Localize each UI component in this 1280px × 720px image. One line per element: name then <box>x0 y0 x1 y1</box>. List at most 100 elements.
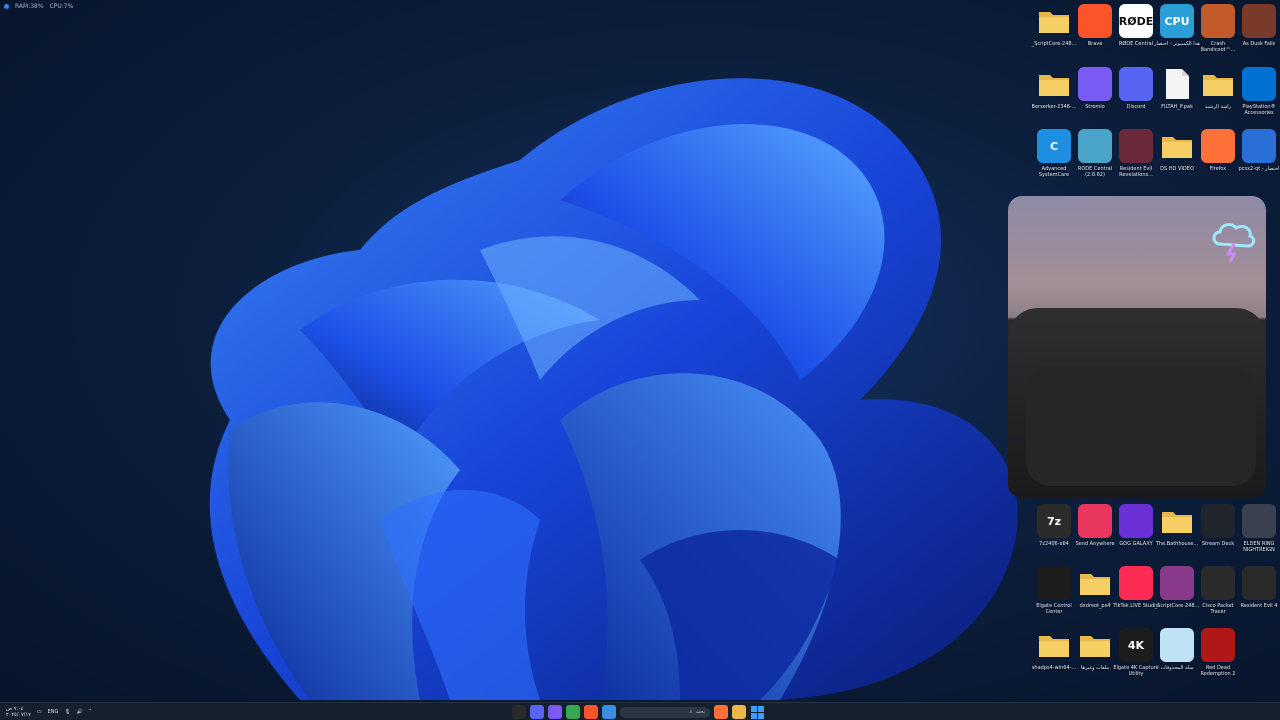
asc-icon: C <box>1037 129 1071 163</box>
elgato-4k-icon: 4K <box>1119 628 1153 662</box>
discord-icon <box>1119 67 1153 101</box>
desktop-shortcut[interactable]: Stream Deck <box>1198 504 1238 564</box>
desktop-shortcut-label: Red Dead Redemption 2 <box>1200 665 1236 677</box>
desktop-shortcut[interactable]: _ScriptCore-248... <box>1032 4 1076 64</box>
desktop-shortcut[interactable]: CPU هذا الكمبيوتر - اختصار <box>1154 4 1200 64</box>
microphone-icon[interactable]: 🎙 <box>64 709 70 715</box>
desktop-shortcut[interactable]: GOG GALAXY <box>1116 504 1156 564</box>
desktop-shortcut-label: Berserker-2346-... <box>1031 104 1077 110</box>
gog-icon <box>1119 504 1153 538</box>
desktop-shortcut-label: ملفات وغيرها <box>1080 665 1110 671</box>
file-icon <box>1160 67 1194 101</box>
chrome-icon[interactable] <box>566 705 580 719</box>
desktop-shortcut-label: Crash Bandicoot™... <box>1200 41 1236 53</box>
cpu-usage: CPU:7% <box>49 3 74 10</box>
clock-date: ٢٠٢٥/٠٧/١٧ <box>6 712 31 718</box>
desktop-shortcut-label: Cisco Packet Tracer <box>1202 603 1234 615</box>
desktop-shortcut[interactable]: Brave <box>1075 4 1115 64</box>
desktop-shortcut[interactable]: The.Bathhouse... <box>1156 504 1198 564</box>
obs-icon[interactable] <box>512 705 526 719</box>
clock[interactable]: ٩:٠٤ ص ٢٠٢٥/٠٧/١٧ <box>6 706 31 718</box>
desktop-shortcut[interactable]: Red Dead Redemption 2 <box>1198 628 1238 688</box>
chat-icon[interactable] <box>530 705 544 719</box>
desktop-shortcut[interactable]: Send Anywhere <box>1075 504 1115 564</box>
brave-icon <box>1078 4 1112 38</box>
setup-icon <box>1078 129 1112 163</box>
desktop-shortcut-label: RØDE Central <box>1118 41 1154 47</box>
desktop-shortcut[interactable]: Berserker-2346-... <box>1031 67 1077 127</box>
playstation-icon <box>1242 67 1276 101</box>
desktop-shortcut[interactable]: PlayStation® Accessories <box>1239 67 1279 127</box>
desktop-shortcut[interactable]: Firefox <box>1198 129 1238 189</box>
desktop-shortcut[interactable]: 7z 7z2406-x64 <box>1034 504 1074 564</box>
store-icon[interactable] <box>602 705 616 719</box>
desktop-shortcut-label: Brave <box>1087 41 1103 47</box>
desktop-shortcut[interactable]: FILTAH_P.pak <box>1157 67 1197 127</box>
desktop-shortcut[interactable]: RØDE RØDE Central <box>1116 4 1156 64</box>
desktop-shortcut-label: Firefox <box>1209 166 1227 172</box>
language-indicator[interactable]: ENG <box>48 709 59 715</box>
explorer-icon[interactable] <box>732 705 746 719</box>
taskbar-search-box[interactable]: ⌕ بحث <box>620 706 710 718</box>
desktop-shortcut[interactable]: ELDEN RING NIGHTREIGN <box>1239 504 1279 564</box>
folder-icon <box>1160 504 1194 538</box>
game-icon <box>1242 4 1276 38</box>
search-placeholder: بحث <box>695 709 705 715</box>
desktop-shortcut[interactable]: DS HD VIDEO <box>1157 129 1197 189</box>
brave-icon[interactable] <box>584 705 598 719</box>
neon-cloud-icon <box>1212 223 1256 263</box>
start-button[interactable] <box>750 705 764 719</box>
desktop-shortcut[interactable]: Elgato Control Center <box>1034 566 1074 626</box>
desktop-shortcut[interactable]: Stremio <box>1075 67 1115 127</box>
desktop-shortcut[interactable]: Discord <box>1116 67 1156 127</box>
volume-icon[interactable]: 🔊 <box>77 709 83 715</box>
desktop-shortcut[interactable]: RODE Central (2.0.62) <box>1075 129 1115 189</box>
desktop-shortcut-label: FILTAH_P.pak <box>1161 104 1193 110</box>
tiktok-icon <box>1119 566 1153 600</box>
desktop-shortcut[interactable]: Resident Evil Revelations... <box>1116 129 1156 189</box>
desktop-shortcut[interactable]: سلة المحذوفات <box>1157 628 1197 688</box>
elgato-icon <box>1037 566 1071 600</box>
desktop-shortcut-label: _ScriptCore-248... <box>1154 603 1200 609</box>
desktop-shortcut-label: Resident Evil Revelations... <box>1119 166 1153 178</box>
notification-icon[interactable]: ▭ <box>37 709 42 715</box>
desktop-shortcut[interactable]: Cisco Packet Tracer <box>1198 566 1238 626</box>
re-icon <box>1119 129 1153 163</box>
desktop-shortcut-label: Send Anywhere <box>1075 541 1115 547</box>
taskbar: ٩:٠٤ ص ٢٠٢٥/٠٧/١٧ ▭ ENG 🎙 🔊 ˄ ⌕ بحث <box>0 702 1280 720</box>
ram-usage: RAM:38% <box>15 3 44 10</box>
user-folder-icon <box>1201 67 1235 101</box>
desktop-shortcut-label: RODE Central (2.0.62) <box>1077 166 1113 178</box>
webcam-cushion <box>1026 366 1256 486</box>
re4-icon <box>1242 566 1276 600</box>
folder-icon <box>1078 566 1112 600</box>
folder-icon <box>1160 129 1194 163</box>
folder-icon <box>1037 628 1071 662</box>
firefox-icon[interactable] <box>714 705 728 719</box>
cpu-icon: CPU <box>1160 4 1194 38</box>
desktop-shortcut[interactable]: Resident Evil 4 <box>1239 566 1279 626</box>
show-hidden-icons-icon[interactable]: ˄ <box>89 709 92 715</box>
stremio-icon[interactable] <box>548 705 562 719</box>
desktop-shortcut-label: Stream Deck <box>1201 541 1235 547</box>
desktop-shortcut[interactable]: _ScriptCore-248... <box>1154 566 1200 626</box>
desktop-shortcut[interactable]: shadps4-win64-... <box>1032 628 1076 688</box>
desktop-shortcut[interactable]: 4K Elgato 4K Capture Utility <box>1113 628 1159 688</box>
desktop-shortcut[interactable]: As Dusk Falls <box>1239 4 1279 64</box>
desktop-shortcut[interactable]: dxdroot_ps4 <box>1075 566 1115 626</box>
desktop-shortcut-label: Elgato 4K Capture Utility <box>1113 665 1159 677</box>
desktop-shortcut-label: pcsx2-qt - اختصار <box>1238 166 1280 172</box>
desktop-shortcut[interactable]: راشد الرشيد <box>1198 67 1238 127</box>
rdr2-icon <box>1201 628 1235 662</box>
desktop-shortcut[interactable]: ملفات وغيرها <box>1075 628 1115 688</box>
desktop-shortcut[interactable]: TikTok LIVE Studio <box>1113 566 1159 626</box>
7zip-icon: 7z <box>1037 504 1071 538</box>
desktop[interactable]: RAM:38% CPU:7% _ScriptCore-248... Brave RØ… <box>0 0 1280 702</box>
desktop-shortcut-label: DS HD VIDEO <box>1160 166 1194 172</box>
desktop-shortcut[interactable]: C Advanced SystemCare <box>1034 129 1074 189</box>
desktop-shortcut[interactable]: pcsx2-qt - اختصار <box>1239 129 1279 189</box>
desktop-shortcut[interactable]: Crash Bandicoot™... <box>1198 4 1238 64</box>
desktop-shortcut-label: GOG GALAXY <box>1119 541 1153 547</box>
performance-overlay: RAM:38% CPU:7% <box>4 3 73 10</box>
desktop-shortcut-label: Discord <box>1126 104 1146 110</box>
